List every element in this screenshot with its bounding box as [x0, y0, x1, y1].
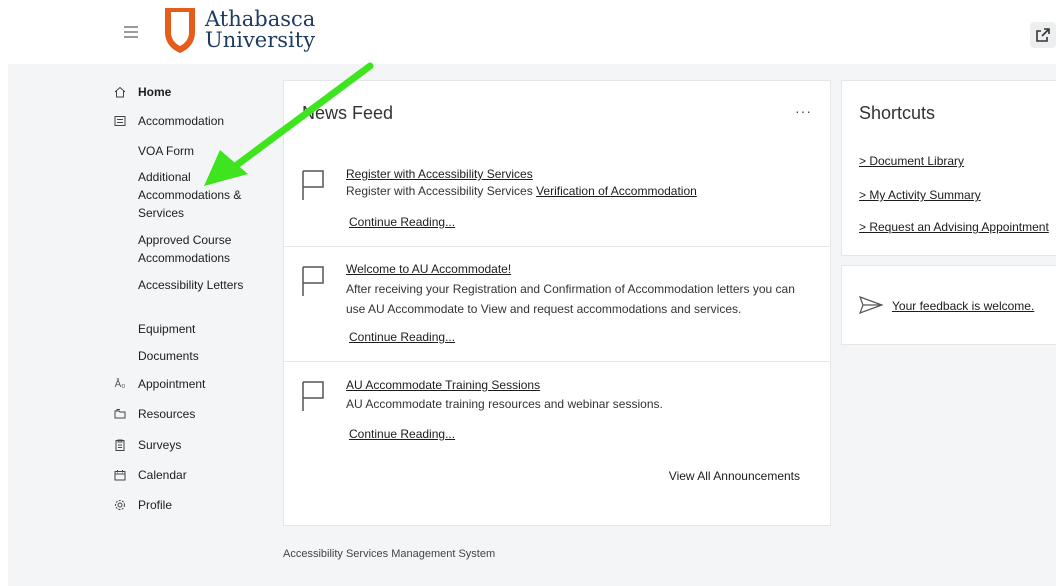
flag-icon	[302, 170, 324, 200]
news-item-description: Register with Accessibility Services Ver…	[346, 181, 816, 201]
verification-of-accommodation-link[interactable]: Verification of Accommodation	[536, 184, 697, 198]
hamburger-menu-icon[interactable]	[124, 26, 138, 38]
sidebar-item-resources[interactable]: Resources	[112, 406, 195, 423]
more-options-icon[interactable]: ···	[795, 103, 812, 119]
sidebar-item-label: Calendar	[138, 468, 187, 482]
sidebar-subitem-accessibility-letters[interactable]: Accessibility Letters	[138, 276, 248, 294]
sidebar-item-accommodation[interactable]: Accommodation	[112, 113, 224, 130]
news-item-description: AU Accommodate training resources and we…	[346, 397, 663, 411]
gear-icon	[112, 497, 128, 513]
footer-text: Accessibility Services Management System	[283, 548, 496, 560]
news-feed-card: News Feed ··· Register with Accessibilit…	[283, 80, 831, 526]
athabasca-logo[interactable]: Athabasca University	[163, 6, 315, 54]
send-icon	[859, 296, 883, 314]
continue-reading-link[interactable]: Continue Reading...	[349, 215, 455, 229]
advising-appointment-link[interactable]: > Request an Advising Appointment	[859, 220, 1049, 234]
appointment-icon: Å₀	[114, 378, 126, 390]
clipboard-icon	[112, 437, 128, 453]
sidebar-subitem-additional-accommodations[interactable]: Additional Accommodations & Services	[138, 168, 248, 222]
sidebar-subitem-approved-course[interactable]: Approved Course Accommodations	[138, 231, 248, 267]
logo-line-2: University	[205, 28, 316, 52]
sidebar-item-appointment[interactable]: Å₀ Appointment	[112, 376, 206, 393]
sidebar-item-surveys[interactable]: Surveys	[112, 437, 181, 454]
list-icon	[112, 113, 128, 129]
activity-summary-link[interactable]: > My Activity Summary	[859, 188, 981, 202]
view-all-announcements-link[interactable]: View All Announcements	[669, 469, 800, 483]
news-item-title[interactable]: Welcome to AU Accommodate!	[346, 262, 511, 276]
sidebar-item-home[interactable]: Home	[112, 84, 171, 101]
flag-icon	[302, 266, 324, 296]
feedback-link[interactable]: Your feedback is welcome.	[892, 299, 1034, 313]
sidebar-item-profile[interactable]: Profile	[112, 497, 172, 514]
sidebar-item-label: Home	[138, 85, 172, 99]
continue-reading-link[interactable]: Continue Reading...	[349, 330, 455, 344]
sidebar-item-label: Resources	[138, 407, 196, 421]
sidebar-subitem-voa-form[interactable]: VOA Form	[138, 142, 248, 160]
sidebar-item-label: Surveys	[138, 438, 182, 452]
news-item-title[interactable]: Register with Accessibility Services	[346, 167, 533, 181]
feedback-card: Your feedback is welcome.	[841, 265, 1056, 345]
calendar-icon	[112, 467, 128, 483]
flag-icon	[302, 381, 324, 411]
shortcuts-card: Shortcuts > Document Library > My Activi…	[841, 80, 1056, 256]
external-link-icon[interactable]	[1030, 22, 1056, 48]
news-item: Register with Accessibility Services Reg…	[284, 147, 830, 247]
logo-text: Athabasca University	[205, 9, 315, 51]
home-icon	[112, 84, 128, 100]
continue-reading-link[interactable]: Continue Reading...	[349, 427, 455, 441]
news-item-desc-text: Register with Accessibility Services	[346, 184, 537, 198]
sidebar-item-label: Appointment	[138, 377, 206, 391]
news-item: Welcome to AU Accommodate! After receivi…	[284, 247, 830, 362]
news-item: AU Accommodate Training Sessions AU Acco…	[284, 362, 830, 452]
sidebar-subitem-equipment[interactable]: Equipment	[138, 320, 248, 338]
shortcuts-title: Shortcuts	[859, 103, 936, 123]
top-header: Athabasca University	[0, 0, 1056, 64]
news-item-title[interactable]: AU Accommodate Training Sessions	[346, 378, 540, 392]
folder-icon	[112, 406, 128, 422]
sidebar-item-label: Accommodation	[138, 114, 225, 128]
sidebar-subitem-documents[interactable]: Documents	[138, 347, 248, 365]
sidebar-item-label: Profile	[138, 498, 173, 512]
sidebar-item-calendar[interactable]: Calendar	[112, 467, 187, 484]
news-feed-title: News Feed	[302, 103, 394, 123]
logo-line-1: Athabasca	[205, 7, 316, 31]
news-item-description: After receiving your Registration and Co…	[346, 282, 795, 316]
shield-logo-icon	[165, 8, 195, 53]
document-library-link[interactable]: > Document Library	[859, 154, 964, 168]
